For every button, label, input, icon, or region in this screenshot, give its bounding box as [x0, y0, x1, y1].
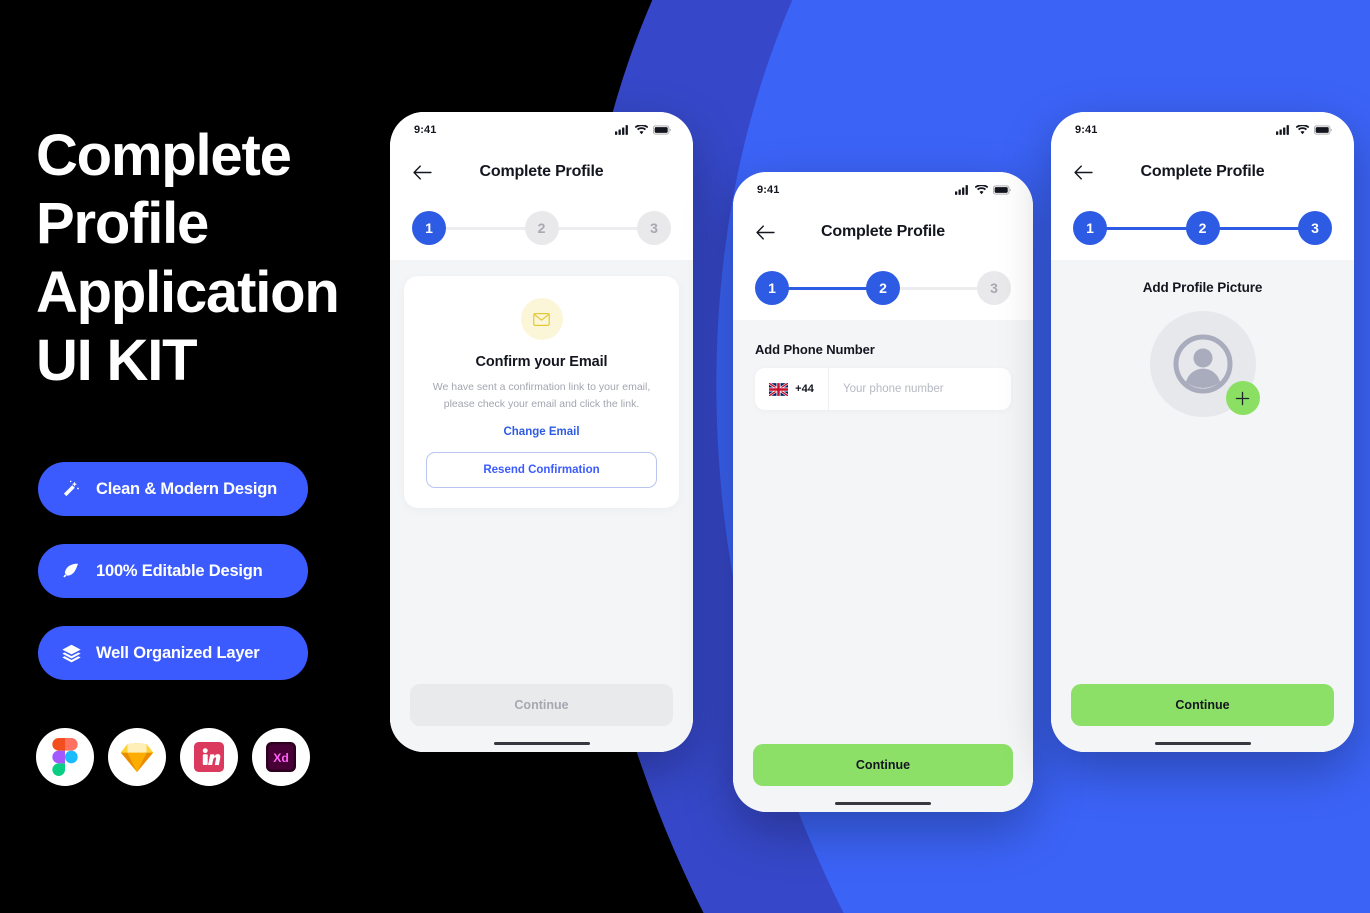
home-indicator: [1154, 742, 1251, 745]
cellular-signal-icon: [1276, 125, 1289, 135]
phone-mockup-screen-1: 9:41 Complete Profile 1 2 3 Confirm your…: [390, 112, 693, 752]
phone-mockup-screen-3: 9:41 Complete Profile 1 2 3 Add Profile …: [1051, 112, 1354, 752]
invision-logo[interactable]: [180, 728, 238, 786]
card-title: Confirm your Email: [475, 354, 608, 370]
page-title: Complete Profile: [1140, 163, 1265, 180]
figma-logo[interactable]: [36, 728, 94, 786]
content-area: Add Profile Picture Continue: [1051, 260, 1354, 752]
nav-bar: Complete Profile: [1051, 148, 1354, 196]
user-avatar-placeholder-icon: [1173, 334, 1232, 394]
content-area: Add Phone Number +44 Continue: [733, 320, 1033, 812]
step-2[interactable]: 2: [1185, 211, 1220, 245]
country-code: +44: [795, 383, 814, 395]
country-code-selector[interactable]: +44: [755, 368, 829, 410]
page-title: Complete Profile: [479, 163, 604, 180]
back-arrow-icon[interactable]: [1071, 160, 1095, 184]
step-3[interactable]: 3: [637, 211, 671, 245]
status-icons: [1276, 125, 1332, 135]
continue-button[interactable]: Continue: [753, 744, 1013, 786]
wifi-icon: [975, 185, 988, 195]
home-indicator: [493, 742, 590, 745]
cellular-signal-icon: [615, 125, 628, 135]
feature-badge-label: Clean & Modern Design: [96, 479, 277, 498]
footer-actions: Continue: [390, 684, 693, 742]
plus-icon: [1235, 391, 1250, 405]
uk-flag-icon: [769, 382, 789, 396]
step-3[interactable]: 3: [977, 271, 1011, 305]
feature-badge-label: 100% Editable Design: [96, 561, 263, 580]
title-line-2: Profile: [36, 191, 209, 257]
screen-confirm-email: 9:41 Complete Profile 1 2 3 Confirm your…: [390, 112, 693, 752]
confirm-email-card: Confirm your Email We have sent a confir…: [404, 276, 679, 508]
status-time: 9:41: [1075, 124, 1098, 136]
step-1[interactable]: 1: [1073, 211, 1107, 245]
resend-confirmation-button[interactable]: Resend Confirmation: [426, 451, 657, 488]
step-1[interactable]: 1: [412, 211, 446, 245]
step-2[interactable]: 2: [866, 271, 900, 305]
sketch-logo[interactable]: [108, 728, 166, 786]
footer-actions: Continue: [1051, 684, 1354, 742]
title-line-4: UI KIT: [36, 328, 198, 394]
continue-button[interactable]: Continue: [1071, 684, 1334, 726]
phone-number-field: +44: [755, 368, 1011, 410]
title-line-3: Application: [36, 259, 340, 325]
envelope-icon: [520, 298, 563, 340]
wifi-icon: [1296, 125, 1309, 135]
screen-add-phone: 9:41 Complete Profile 1 2 3 Add Phone Nu…: [733, 172, 1033, 812]
feature-badge-clean-modern[interactable]: Clean & Modern Design: [38, 462, 308, 516]
svg-text:Xd: Xd: [273, 751, 289, 765]
step-2[interactable]: 2: [524, 211, 559, 245]
page-title: Complete Profile: [821, 223, 945, 240]
step-indicator: 1 2 3: [390, 196, 693, 260]
feature-badge-label: Well Organized Layer: [96, 643, 260, 662]
screen-add-profile-picture: 9:41 Complete Profile 1 2 3 Add Profile …: [1051, 112, 1354, 752]
card-description: We have sent a confirmation link to your…: [432, 381, 651, 410]
add-photo-button[interactable]: [1225, 381, 1260, 415]
step-indicator: 1 2 3: [1051, 196, 1354, 260]
feature-badge-editable[interactable]: 100% Editable Design: [38, 544, 308, 598]
step-1[interactable]: 1: [755, 271, 789, 305]
continue-button[interactable]: Continue: [410, 684, 673, 726]
status-icons: [955, 185, 1011, 195]
back-arrow-icon[interactable]: [410, 160, 434, 184]
step-3[interactable]: 3: [1298, 211, 1332, 245]
avatar-uploader[interactable]: [1149, 311, 1260, 417]
change-email-button[interactable]: Change Email: [426, 426, 657, 438]
battery-icon: [993, 185, 1011, 195]
cellular-signal-icon: [955, 185, 968, 195]
phone-number-input[interactable]: [829, 368, 1011, 410]
section-label: Add Phone Number: [755, 342, 875, 357]
footer-actions: Continue: [733, 744, 1033, 802]
page-title: Complete Profile Application UI KIT: [36, 122, 366, 396]
home-indicator: [835, 802, 931, 805]
content-area: Confirm your Email We have sent a confir…: [390, 260, 693, 752]
status-time: 9:41: [414, 124, 437, 136]
tool-logo-list: Xd: [36, 728, 310, 786]
status-bar: 9:41: [733, 172, 1033, 208]
nav-bar: Complete Profile: [390, 148, 693, 196]
battery-icon: [1314, 125, 1332, 135]
status-bar: 9:41: [1051, 112, 1354, 148]
status-time: 9:41: [757, 184, 780, 196]
phone-mockup-screen-2: 9:41 Complete Profile 1 2 3 Add Phone Nu…: [733, 172, 1033, 812]
adobe-xd-logo[interactable]: Xd: [252, 728, 310, 786]
status-icons: [615, 125, 671, 135]
section-label: Add Profile Picture: [1142, 280, 1263, 295]
title-line-1: Complete: [36, 123, 292, 188]
pen-nib-icon: [60, 560, 82, 582]
battery-icon: [653, 125, 671, 135]
step-indicator: 1 2 3: [733, 256, 1033, 320]
magic-wand-icon: [60, 478, 82, 500]
wifi-icon: [635, 125, 648, 135]
nav-bar: Complete Profile: [733, 208, 1033, 256]
feature-badge-list: Clean & Modern Design 100% Editable Desi…: [38, 462, 308, 708]
feature-badge-organized-layer[interactable]: Well Organized Layer: [38, 626, 308, 680]
layers-icon: [60, 642, 82, 664]
status-bar: 9:41: [390, 112, 693, 148]
hero-panel: Complete Profile Application UI KIT Clea…: [0, 0, 360, 913]
back-arrow-icon[interactable]: [753, 220, 777, 244]
